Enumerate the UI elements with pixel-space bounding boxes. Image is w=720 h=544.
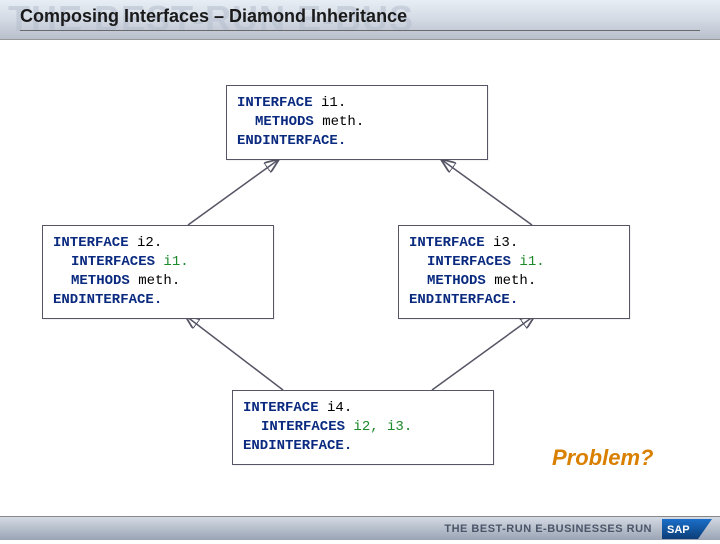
identifier: i2, i3. [353, 419, 412, 435]
identifier: i1. [163, 254, 188, 270]
keyword: ENDINTERFACE. [237, 133, 346, 149]
interface-box-i1: INTERFACE i1. METHODS meth. ENDINTERFACE… [226, 85, 488, 160]
keyword: INTERFACE [409, 235, 485, 251]
footer-text: THE BEST-RUN E-BUSINESSES RUN [444, 523, 652, 535]
slide-header: THE BEST-RUN E-BUS Composing Interfaces … [0, 0, 720, 40]
keyword: ENDINTERFACE. [53, 292, 162, 308]
slide-footer: THE BEST-RUN E-BUSINESSES RUN SAP [0, 516, 720, 540]
interface-box-i4: INTERFACE i4. INTERFACES i2, i3. ENDINTE… [232, 390, 494, 465]
identifier: i1. [519, 254, 544, 270]
identifier: i3. [493, 235, 518, 251]
keyword: ENDINTERFACE. [409, 292, 518, 308]
keyword: INTERFACE [53, 235, 129, 251]
interface-box-i3: INTERFACE i3. INTERFACES i1. METHODS met… [398, 225, 630, 319]
keyword: ENDINTERFACE. [243, 438, 352, 454]
identifier: meth. [322, 114, 364, 130]
problem-label: Problem? [552, 445, 653, 471]
identifier: i1. [321, 95, 346, 111]
identifier: meth. [494, 273, 536, 289]
keyword: INTERFACE [243, 400, 319, 416]
keyword: INTERFACE [237, 95, 313, 111]
keyword: METHODS [71, 273, 130, 289]
identifier: i2. [137, 235, 162, 251]
keyword: INTERFACES [261, 419, 345, 435]
keyword: INTERFACES [71, 254, 155, 270]
keyword: METHODS [427, 273, 486, 289]
svg-text:SAP: SAP [667, 524, 690, 536]
keyword: METHODS [255, 114, 314, 130]
keyword: INTERFACES [427, 254, 511, 270]
identifier: meth. [138, 273, 180, 289]
identifier: i4. [327, 400, 352, 416]
sap-logo-icon: SAP [662, 519, 712, 539]
slide-title: Composing Interfaces – Diamond Inheritan… [20, 6, 700, 27]
interface-box-i2: INTERFACE i2. INTERFACES i1. METHODS met… [42, 225, 274, 319]
